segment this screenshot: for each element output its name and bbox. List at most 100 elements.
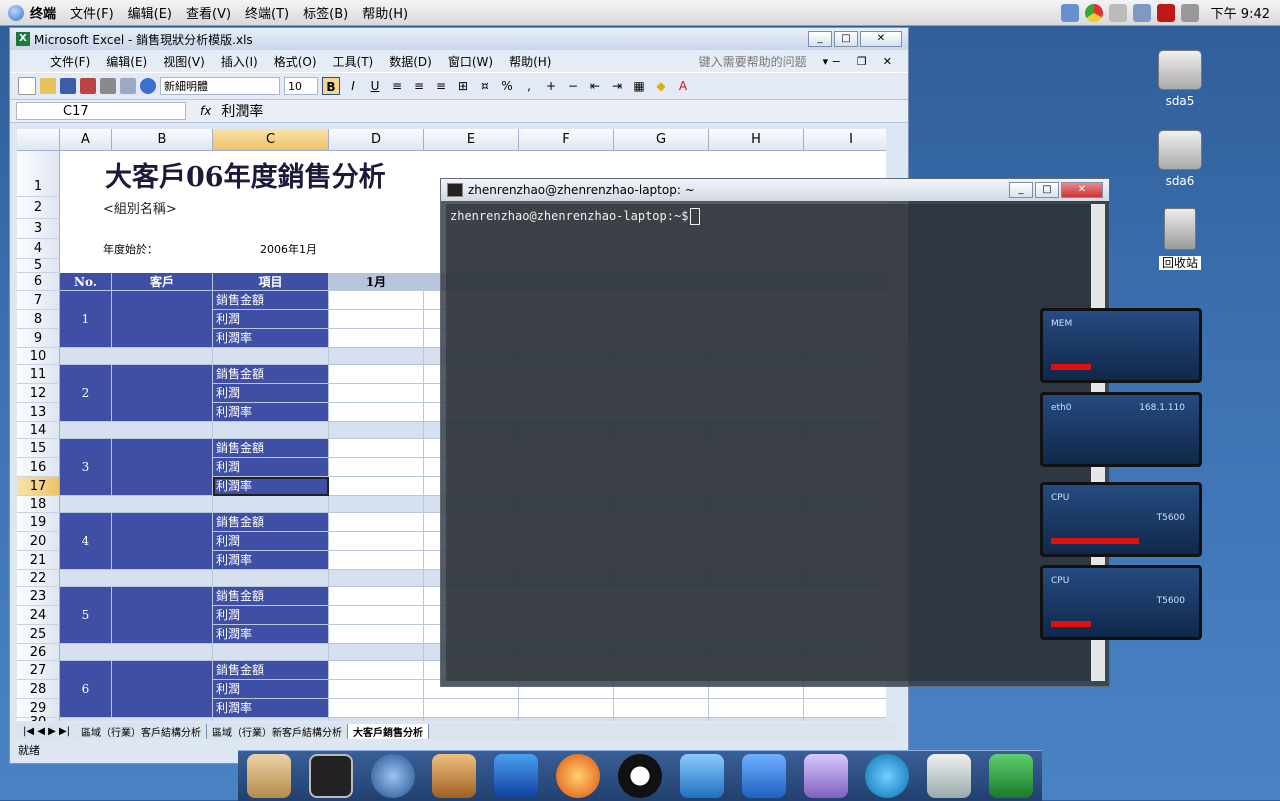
panel-menu-tabs[interactable]: 标签(B) — [303, 3, 348, 22]
column-header-h[interactable]: H — [709, 129, 804, 151]
terminal-minimize-button[interactable]: _ — [1009, 182, 1033, 198]
item-label[interactable]: 銷售金額 — [213, 661, 329, 680]
firefox-icon[interactable] — [556, 754, 601, 798]
menu-edit[interactable]: 编辑(E) — [106, 53, 147, 70]
menu-format[interactable]: 格式(O) — [274, 53, 317, 70]
item-label[interactable]: 利潤率 — [213, 329, 329, 348]
qq-penguin-icon[interactable] — [617, 754, 662, 798]
formula-input[interactable]: 利潤率 — [221, 101, 263, 121]
maximize-button[interactable]: □ — [834, 31, 858, 47]
clock[interactable]: 下午 9:42 — [1211, 3, 1270, 22]
data-cell[interactable] — [329, 310, 424, 329]
data-cell[interactable] — [329, 625, 424, 644]
item-label[interactable]: 利潤率 — [213, 551, 329, 570]
item-label[interactable]: 利潤率 — [213, 625, 329, 644]
excel-titlebar[interactable]: X Microsoft Excel - 銷售現狀分析模版.xls _ □ ✕ — [10, 28, 908, 50]
name-box[interactable]: C17 — [16, 102, 186, 120]
doc-close-button[interactable]: ✕ — [883, 55, 892, 68]
group-customer-cell[interactable] — [112, 513, 213, 570]
printer-icon[interactable] — [1108, 3, 1127, 22]
row-header[interactable]: 5 — [17, 259, 60, 273]
active-app-name[interactable]: 终端 — [30, 3, 56, 22]
row-header[interactable]: 19 — [17, 513, 60, 532]
font-name-select[interactable]: 新細明體 — [160, 77, 280, 95]
row-header[interactable]: 16 — [17, 458, 60, 477]
item-label[interactable]: 利潤 — [213, 384, 329, 403]
row-header[interactable]: 12 — [17, 384, 60, 403]
row-header[interactable]: 15 — [17, 439, 60, 458]
data-cell[interactable] — [329, 477, 424, 496]
menu-insert[interactable]: 插入(I) — [221, 53, 258, 70]
item-label[interactable]: 利潤 — [213, 532, 329, 551]
data-cell[interactable] — [329, 458, 424, 477]
row-header[interactable]: 18 — [17, 496, 60, 513]
data-cell[interactable] — [329, 699, 424, 718]
data-cell[interactable] — [519, 699, 614, 718]
row-header[interactable]: 9 — [17, 329, 60, 348]
row-header[interactable]: 20 — [17, 532, 60, 551]
row-header[interactable]: 17 — [17, 477, 60, 496]
close-button[interactable]: ✕ — [860, 31, 902, 47]
row-header[interactable]: 10 — [17, 348, 60, 365]
row-header[interactable]: 27 — [17, 661, 60, 680]
item-label[interactable]: 利潤率 — [213, 403, 329, 422]
menu-view[interactable]: 视图(V) — [163, 53, 205, 70]
terminal-body[interactable]: zhenrenzhao@zhenrenzhao-laptop:~$ — [446, 204, 1091, 681]
row-header[interactable]: 26 — [17, 644, 60, 661]
chrome-icon[interactable] — [1084, 3, 1103, 22]
column-header-b[interactable]: B — [112, 129, 213, 151]
apple-menu-icon[interactable] — [8, 4, 24, 21]
align-center-icon[interactable]: ≡ — [410, 77, 428, 95]
terminal-close-button[interactable]: ✕ — [1061, 182, 1103, 198]
help-search-input[interactable]: 键入需要帮助的问题 — [699, 53, 807, 70]
panel-menu-terminal[interactable]: 终端(T) — [245, 3, 289, 22]
data-cell[interactable] — [424, 699, 519, 718]
open-folder-icon[interactable] — [40, 78, 56, 94]
rabbit-icon[interactable] — [432, 754, 477, 798]
home-folder-icon[interactable] — [246, 754, 291, 798]
writer-icon[interactable] — [741, 754, 786, 798]
sheet-nav-icon[interactable]: |◀ ◀ ▶ ▶| — [17, 726, 76, 737]
frog-icon[interactable] — [494, 754, 539, 798]
row-header[interactable]: 2 — [17, 197, 60, 219]
item-label[interactable]: 利潤 — [213, 458, 329, 477]
term-search-icon[interactable] — [865, 754, 910, 798]
item-label[interactable]: 銷售金額 — [213, 291, 329, 310]
column-header-i[interactable]: I — [804, 129, 886, 151]
volume-icon[interactable] — [1180, 3, 1199, 22]
menu-tools[interactable]: 工具(T) — [333, 53, 374, 70]
decrease-decimal-icon[interactable]: − — [564, 77, 582, 95]
font-color-icon[interactable]: A — [674, 77, 692, 95]
doc-minimize-button[interactable]: ▾ − — [823, 55, 841, 68]
data-cell[interactable] — [329, 329, 424, 348]
pidgin-icon[interactable] — [803, 754, 848, 798]
sheet-tab-region-customer[interactable]: 區域（行業）客戶結構分析 — [76, 723, 208, 739]
row-header[interactable]: 22 — [17, 570, 60, 587]
comma-style-icon[interactable]: , — [520, 77, 538, 95]
sheet-tab-key-customer[interactable]: 大客戶銷售分析 — [348, 723, 430, 739]
data-cell[interactable] — [329, 551, 424, 570]
doc-restore-button[interactable]: ❐ — [857, 55, 867, 68]
row-header[interactable]: 21 — [17, 551, 60, 570]
item-label[interactable]: 利潤 — [213, 606, 329, 625]
panel-menu-edit[interactable]: 编辑(E) — [128, 3, 172, 22]
data-cell[interactable] — [329, 291, 424, 310]
bold-button[interactable]: B — [322, 77, 340, 95]
data-cell[interactable] — [329, 403, 424, 422]
group-customer-cell[interactable] — [112, 587, 213, 644]
terminal-maximize-button[interactable]: □ — [1035, 182, 1059, 198]
data-cell[interactable] — [329, 384, 424, 403]
percent-icon[interactable]: % — [498, 77, 516, 95]
item-label[interactable]: 銷售金額 — [213, 365, 329, 384]
row-header[interactable]: 14 — [17, 422, 60, 439]
menu-data[interactable]: 数据(D) — [389, 53, 432, 70]
drive-sda6-icon[interactable]: sda6 — [1150, 130, 1210, 188]
movie-player-icon[interactable] — [679, 754, 724, 798]
row-header[interactable]: 1 — [17, 151, 60, 197]
drive-sda5-icon[interactable]: sda5 — [1150, 50, 1210, 108]
item-label[interactable]: 利潤 — [213, 680, 329, 699]
font-size-select[interactable]: 10 — [284, 77, 318, 95]
row-header[interactable]: 11 — [17, 365, 60, 384]
mail-stamp-icon[interactable] — [927, 754, 972, 798]
print-icon[interactable] — [100, 78, 116, 94]
